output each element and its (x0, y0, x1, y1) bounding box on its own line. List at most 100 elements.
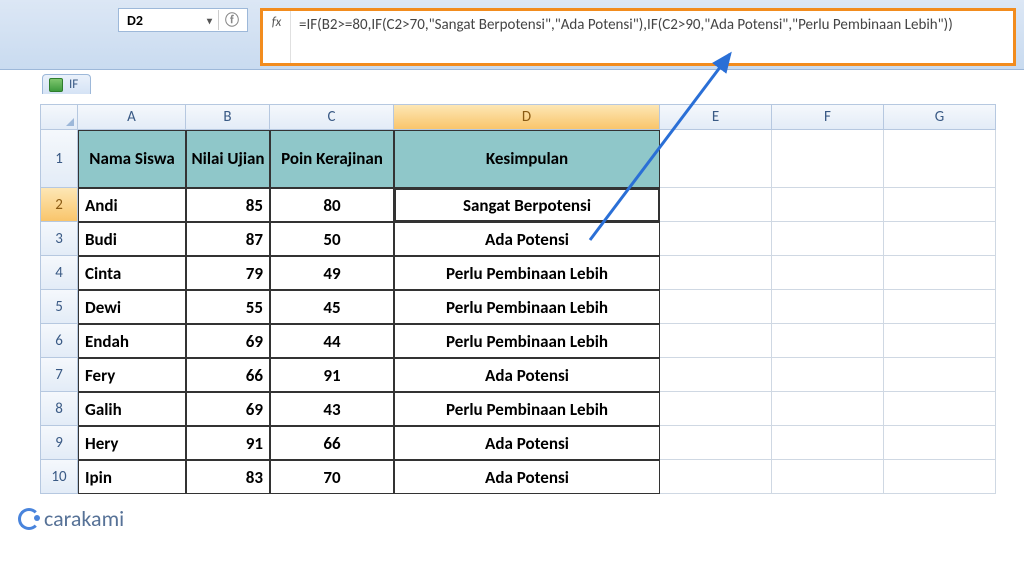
cell-F10[interactable] (772, 460, 884, 494)
cell-E5[interactable] (660, 290, 772, 324)
cell-A5[interactable]: Dewi (78, 290, 186, 324)
cell-C5[interactable]: 45 (270, 290, 394, 324)
cell-D7[interactable]: Ada Potensi (394, 358, 660, 392)
cell-G9[interactable] (884, 426, 996, 460)
cell-D9[interactable]: Ada Potensi (394, 426, 660, 460)
cell-B10[interactable]: 83 (186, 460, 270, 494)
cell-F2[interactable] (772, 188, 884, 222)
cell-F7[interactable] (772, 358, 884, 392)
cell-B7[interactable]: 66 (186, 358, 270, 392)
cell-D3[interactable]: Ada Potensi (394, 222, 660, 256)
row-header-3[interactable]: 3 (40, 222, 78, 256)
row-header-6[interactable]: 6 (40, 324, 78, 358)
cell-E10[interactable] (660, 460, 772, 494)
cell-F9[interactable] (772, 426, 884, 460)
col-header-E[interactable]: E (660, 104, 772, 130)
spreadsheet-grid[interactable]: A B C D E F G 1 Nama Siswa Nilai Ujian P… (40, 104, 996, 494)
name-box[interactable]: D2 ▾ ⓕ (118, 8, 248, 32)
cell-A6[interactable]: Endah (78, 324, 186, 358)
cell-A7[interactable]: Fery (78, 358, 186, 392)
cell-B9[interactable]: 91 (186, 426, 270, 460)
cell-G3[interactable] (884, 222, 996, 256)
cell-B6[interactable]: 69 (186, 324, 270, 358)
cell-D5[interactable]: Perlu Pembinaan Lebih (394, 290, 660, 324)
cell-E4[interactable] (660, 256, 772, 290)
cell-F4[interactable] (772, 256, 884, 290)
watermark-logo-icon (18, 508, 40, 530)
header-kesimpulan[interactable]: Kesimpulan (394, 130, 660, 188)
cell-F6[interactable] (772, 324, 884, 358)
col-header-G[interactable]: G (884, 104, 996, 130)
cell-A10[interactable]: Ipin (78, 460, 186, 494)
header-nama-siswa[interactable]: Nama Siswa (78, 130, 186, 188)
cell-C7[interactable]: 91 (270, 358, 394, 392)
cell-D4[interactable]: Perlu Pembinaan Lebih (394, 256, 660, 290)
cell-G6[interactable] (884, 324, 996, 358)
workbook-tab[interactable]: IF (42, 74, 91, 94)
cell-B2[interactable]: 85 (186, 188, 270, 222)
workbook-tab-label: IF (69, 77, 78, 92)
header-nilai-ujian[interactable]: Nilai Ujian (186, 130, 270, 188)
cell-D6[interactable]: Perlu Pembinaan Lebih (394, 324, 660, 358)
cell-D10[interactable]: Ada Potensi (394, 460, 660, 494)
cell-E6[interactable] (660, 324, 772, 358)
cell-C8[interactable]: 43 (270, 392, 394, 426)
cell-E9[interactable] (660, 426, 772, 460)
cell-B4[interactable]: 79 (186, 256, 270, 290)
cell-C9[interactable]: 66 (270, 426, 394, 460)
cell-E1[interactable] (660, 130, 772, 188)
cell-B5[interactable]: 55 (186, 290, 270, 324)
col-header-D[interactable]: D (394, 104, 660, 130)
cell-E7[interactable] (660, 358, 772, 392)
formula-bar-input[interactable]: =IF(B2>=80,IF(C2>70,"Sangat Berpotensi",… (291, 11, 1013, 63)
row-header-2[interactable]: 2 (40, 188, 78, 222)
formula-bar-highlight: fx =IF(B2>=80,IF(C2>70,"Sangat Berpotens… (260, 8, 1016, 66)
row-header-10[interactable]: 10 (40, 460, 78, 494)
cell-C6[interactable]: 44 (270, 324, 394, 358)
cell-G5[interactable] (884, 290, 996, 324)
cell-F5[interactable] (772, 290, 884, 324)
cell-G7[interactable] (884, 358, 996, 392)
col-header-C[interactable]: C (270, 104, 394, 130)
col-header-B[interactable]: B (186, 104, 270, 130)
cell-C2[interactable]: 80 (270, 188, 394, 222)
cell-G4[interactable] (884, 256, 996, 290)
col-header-A[interactable]: A (78, 104, 186, 130)
select-all-corner[interactable] (40, 104, 78, 130)
row-header-9[interactable]: 9 (40, 426, 78, 460)
cell-A9[interactable]: Hery (78, 426, 186, 460)
cell-A8[interactable]: Galih (78, 392, 186, 426)
cell-D2[interactable]: Sangat Berpotensi (394, 188, 660, 222)
cell-E3[interactable] (660, 222, 772, 256)
name-box-fn-icon[interactable]: ⓕ (218, 10, 239, 30)
cell-E8[interactable] (660, 392, 772, 426)
excel-file-icon (49, 78, 63, 92)
cell-A4[interactable]: Cinta (78, 256, 186, 290)
cell-B3[interactable]: 87 (186, 222, 270, 256)
row-header-4[interactable]: 4 (40, 256, 78, 290)
cell-F8[interactable] (772, 392, 884, 426)
row-header-1[interactable]: 1 (40, 130, 78, 188)
row-header-7[interactable]: 7 (40, 358, 78, 392)
cell-G2[interactable] (884, 188, 996, 222)
cell-G10[interactable] (884, 460, 996, 494)
cell-G1[interactable] (884, 130, 996, 188)
cell-C3[interactable]: 50 (270, 222, 394, 256)
cell-A2[interactable]: Andi (78, 188, 186, 222)
cell-A3[interactable]: Budi (78, 222, 186, 256)
table-row: 4Cinta7949Perlu Pembinaan Lebih (40, 256, 996, 290)
col-header-F[interactable]: F (772, 104, 884, 130)
header-poin-kerajinan[interactable]: Poin Kerajinan (270, 130, 394, 188)
cell-B8[interactable]: 69 (186, 392, 270, 426)
cell-D8[interactable]: Perlu Pembinaan Lebih (394, 392, 660, 426)
row-header-5[interactable]: 5 (40, 290, 78, 324)
cell-F1[interactable] (772, 130, 884, 188)
cell-C10[interactable]: 70 (270, 460, 394, 494)
cell-C4[interactable]: 49 (270, 256, 394, 290)
cell-E2[interactable] (660, 188, 772, 222)
name-box-dropdown-icon[interactable]: ▾ (207, 14, 212, 27)
cell-G8[interactable] (884, 392, 996, 426)
fx-icon[interactable]: fx (263, 11, 291, 63)
row-header-8[interactable]: 8 (40, 392, 78, 426)
cell-F3[interactable] (772, 222, 884, 256)
